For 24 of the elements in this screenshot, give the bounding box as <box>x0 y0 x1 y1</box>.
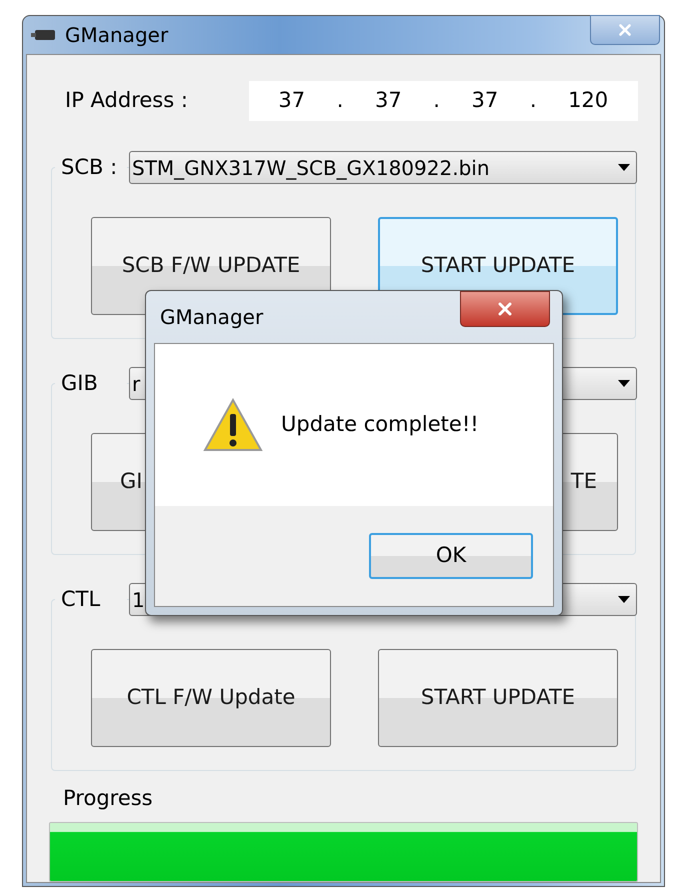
close-button[interactable] <box>590 15 660 45</box>
ip-octet: 37 <box>278 86 306 114</box>
ip-octet: 120 <box>568 86 608 114</box>
ip-octet: 37 <box>374 86 402 114</box>
update-button[interactable]: CTL F/W Update <box>91 648 331 746</box>
ok-button[interactable]: OK <box>369 533 533 579</box>
close-button[interactable] <box>460 291 550 327</box>
dropdown-arrow-icon <box>618 380 630 387</box>
ip-separator: . <box>530 86 536 114</box>
dropdown-arrow-icon <box>618 164 630 171</box>
progress-label: Progress <box>63 784 154 812</box>
dropdown-arrow-icon <box>618 596 630 603</box>
ip-separator: . <box>336 86 344 114</box>
update-button[interactable]: START UPDATE <box>378 648 618 746</box>
file-dropdown[interactable]: STM_GNX317W_SCB_GX180922.bin <box>129 151 637 184</box>
window-title: GManager <box>65 22 168 49</box>
device-icon <box>31 28 57 41</box>
warning-icon <box>203 398 263 452</box>
dialog-message: Update complete!! <box>281 411 479 438</box>
close-icon <box>616 21 634 39</box>
ip-separator: . <box>433 86 440 114</box>
ip-address-field[interactable]: 37 . 37 . 37 . 120 <box>248 80 638 120</box>
ip-octet: 37 <box>472 86 498 114</box>
ip-address-label: IP Address : <box>65 86 189 114</box>
